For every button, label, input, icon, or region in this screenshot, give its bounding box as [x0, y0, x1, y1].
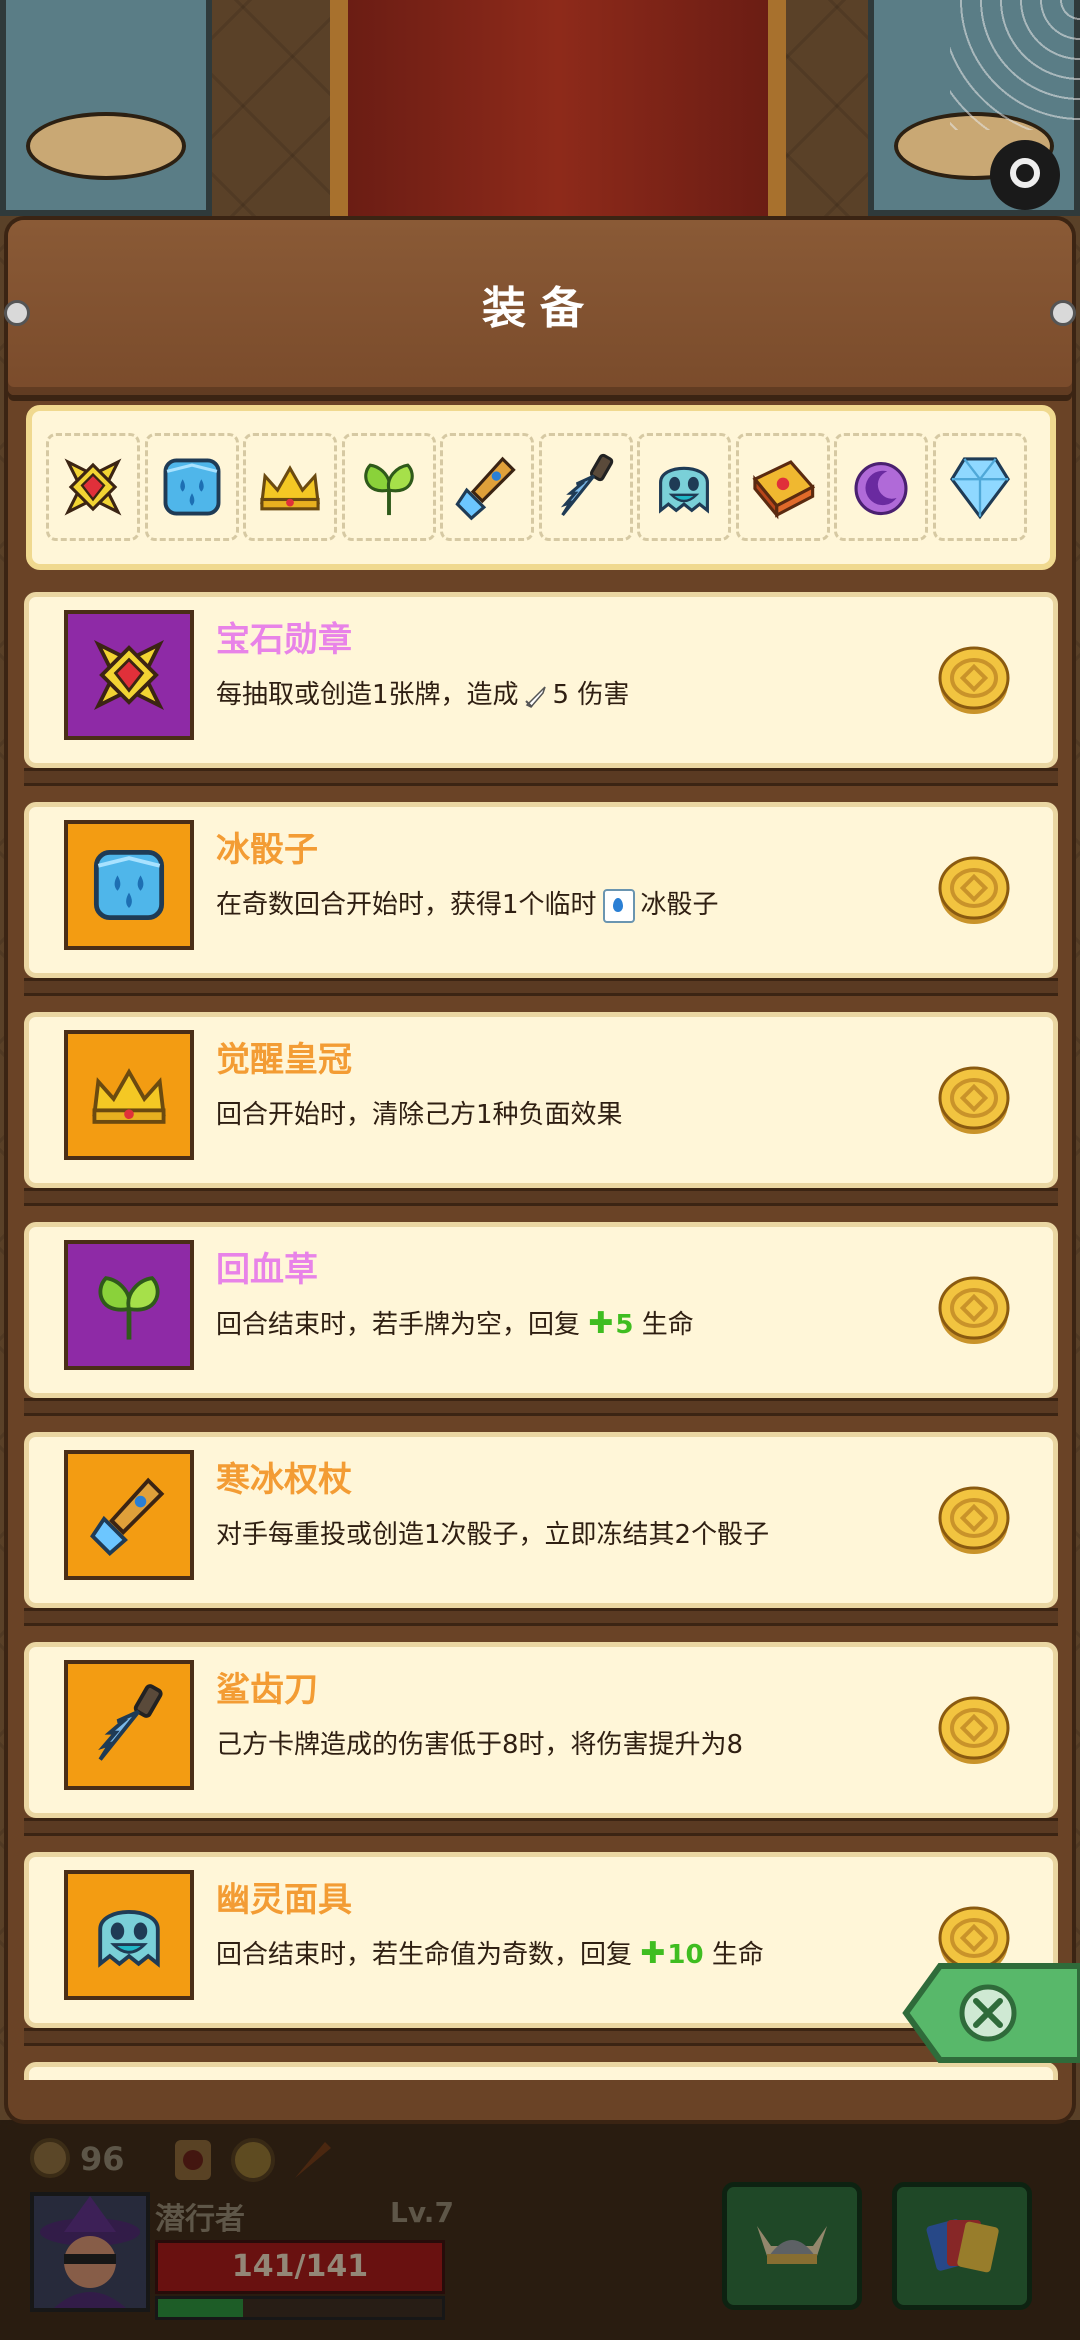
gold-coin-icon[interactable] — [936, 1062, 1012, 1138]
equipment-slot[interactable] — [46, 433, 140, 541]
shark-tooth-blade-icon — [547, 448, 625, 526]
equipment-slot[interactable] — [834, 433, 928, 541]
red-curtain — [330, 0, 786, 230]
heal-plus-icon: ✚ — [588, 1306, 614, 1341]
item-name: 冰骰子 — [216, 830, 318, 870]
awakened-crown-icon — [81, 1047, 177, 1143]
equipment-slot[interactable] — [144, 433, 239, 541]
equipment-slot[interactable] — [932, 433, 1027, 541]
item-description: 每抽取或创造1张牌，造成 5 伤害 — [216, 680, 630, 710]
gem-medal-icon — [54, 448, 132, 526]
ghost-mask-icon — [645, 448, 723, 526]
equipment-list[interactable]: 宝石勋章每抽取或创造1张牌，造成 5 伤害冰骰子在奇数回合开始时，获得1个临时 冰骰… — [24, 592, 1058, 2080]
item-icon-frame — [64, 610, 194, 740]
equipment-card[interactable]: 鲨齿刀己方卡牌造成的伤害低于8时，将伤害提升为8 — [24, 1642, 1058, 1836]
equipment-slot[interactable] — [243, 433, 337, 541]
gold-coin-icon[interactable] — [936, 1482, 1012, 1558]
equipment-slot[interactable] — [735, 433, 830, 541]
healing-herb-icon — [350, 448, 428, 526]
bottom-hud: 96 潜行者 Lv.7 141/141 — [0, 2120, 1080, 2340]
equipment-card[interactable]: 宝石勋章每抽取或创造1张牌，造成 5 伤害 — [24, 592, 1058, 786]
item-icon-frame — [64, 1450, 194, 1580]
gold-coin-icon[interactable] — [936, 852, 1012, 928]
water-drop-icon — [602, 888, 635, 923]
item-icon-frame — [64, 1660, 194, 1790]
item-description: 对手每重投或创造1次骰子，立即冻结其2个骰子 — [216, 1520, 770, 1550]
card-divider — [24, 1608, 1058, 1626]
gold-coin-icon[interactable] — [936, 1272, 1012, 1348]
item-name: 宝石勋章 — [216, 620, 352, 660]
item-description: 在奇数回合开始时，获得1个临时 冰骰子 — [216, 884, 719, 923]
card-divider — [24, 978, 1058, 996]
gem-medal-icon — [81, 627, 177, 723]
healing-herb-icon — [81, 1257, 177, 1353]
equipment-card[interactable]: 冰骰子在奇数回合开始时，获得1个临时 冰骰子 — [24, 802, 1058, 996]
item-name: 寒冰权杖 — [216, 1460, 352, 1500]
item-description: 己方卡牌造成的伤害低于8时，将伤害提升为8 — [216, 1730, 744, 1760]
cursed-book-icon — [744, 448, 822, 526]
awakened-crown-icon — [251, 448, 329, 526]
item-description: 回合结束时，若生命值为奇数，回复 ✚10 生命 — [216, 1936, 764, 1971]
ghost-mask-icon — [81, 1887, 177, 1983]
equipment-strip — [26, 405, 1056, 570]
item-icon-frame — [64, 1240, 194, 1370]
frost-scepter-icon — [81, 1467, 177, 1563]
card-divider — [24, 768, 1058, 786]
moon-orb-icon — [842, 448, 920, 526]
equipment-slot[interactable] — [538, 433, 633, 541]
modal-title: 装备 — [482, 283, 598, 334]
equipment-card[interactable]: 寒冰权杖对手每重投或创造1次骰子，立即冻结其2个骰子 — [24, 1432, 1058, 1626]
item-name: 回血草 — [216, 1250, 318, 1290]
sword-icon — [524, 685, 546, 708]
equipment-slot[interactable] — [440, 433, 534, 541]
frost-scepter-icon — [448, 448, 526, 526]
equipment-slot[interactable] — [637, 433, 731, 541]
item-icon-frame — [64, 1870, 194, 2000]
statue-left — [0, 0, 212, 216]
equipment-slot[interactable] — [341, 433, 436, 541]
gold-coin-icon[interactable] — [936, 642, 1012, 718]
card-divider — [24, 1398, 1058, 1416]
gold-coin-icon[interactable] — [936, 1692, 1012, 1768]
equipment-card[interactable]: 回血草回合结束时，若手牌为空，回复 ✚5 生命 — [24, 1222, 1058, 1416]
equipment-card[interactable]: 觉醒皇冠回合开始时，清除己方1种负面效果 — [24, 1012, 1058, 1206]
cobweb-icon — [950, 0, 1080, 130]
item-name: 幽灵面具 — [216, 1880, 352, 1920]
diamond-crystal-icon — [941, 448, 1019, 526]
item-description: 回合开始时，清除己方1种负面效果 — [216, 1100, 623, 1130]
item-icon-frame — [64, 1030, 194, 1160]
equipment-modal: 装备 宝石勋章每抽取或创造1张牌，造成 5 伤害冰骰子在奇数回合开始时，获得1个临… — [4, 220, 1076, 2120]
item-description: 回合结束时，若手牌为空，回复 ✚5 生命 — [216, 1306, 694, 1341]
spider-icon — [990, 140, 1060, 210]
close-button[interactable] — [900, 1958, 1080, 2068]
modal-header: 装备 — [4, 220, 1076, 395]
ice-dice-icon — [81, 837, 177, 933]
ice-dice-icon — [153, 448, 231, 526]
item-name: 诅咒之书 — [216, 2076, 352, 2080]
heal-plus-icon: ✚ — [640, 1936, 666, 1971]
card-divider — [24, 1818, 1058, 1836]
shark-tooth-blade-icon — [81, 1677, 177, 1773]
item-name: 鲨齿刀 — [216, 1670, 318, 1710]
item-icon-frame — [64, 820, 194, 950]
item-name: 觉醒皇冠 — [216, 1040, 352, 1080]
card-divider — [24, 1188, 1058, 1206]
